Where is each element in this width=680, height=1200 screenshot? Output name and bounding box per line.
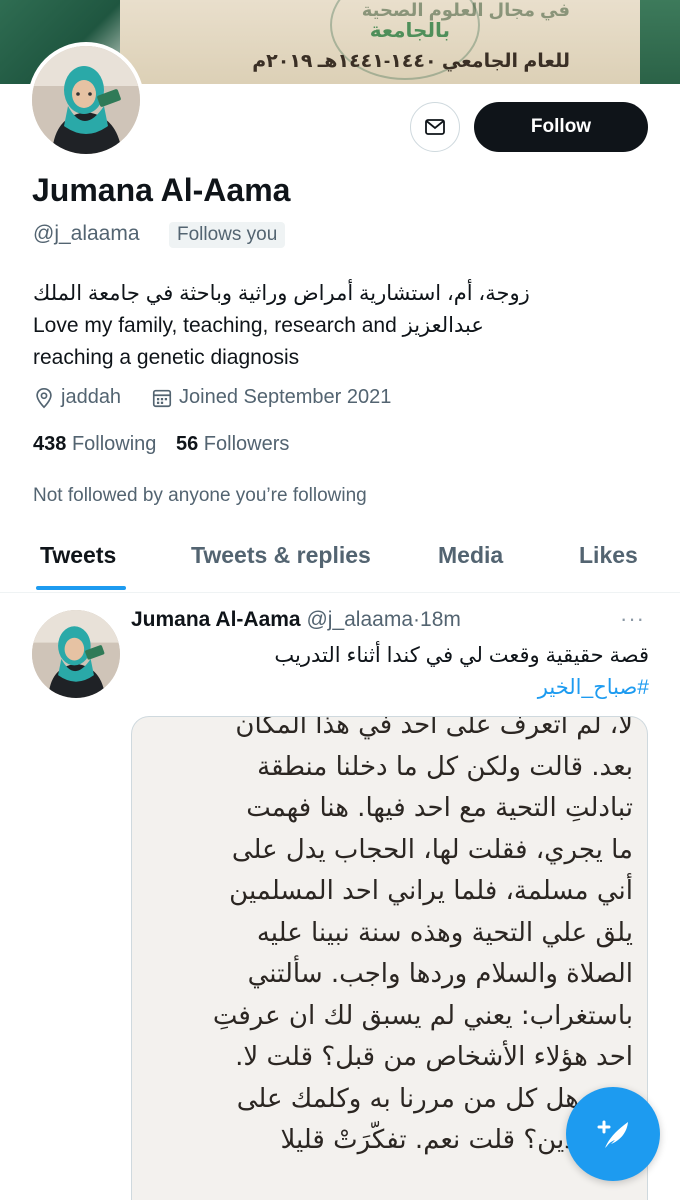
envelope-icon xyxy=(425,119,445,135)
tweet-separator: · xyxy=(413,608,421,631)
tab-media[interactable]: Media xyxy=(438,542,503,569)
tweet-author-name[interactable]: Jumana Al-Aama xyxy=(131,608,301,631)
tweet-more-icon[interactable]: ··· xyxy=(620,606,645,632)
profile-stats: 438 Following 56 Followers xyxy=(33,433,289,456)
tweet-author-handle[interactable]: @j_alaama xyxy=(306,608,413,631)
follow-button[interactable]: Follow xyxy=(474,102,648,152)
tweet-avatar[interactable] xyxy=(32,610,120,698)
banner-text-line2: بالجامعة xyxy=(369,20,450,42)
media-text-line: الصلاة والسلام وردها واجب. سألتني xyxy=(247,959,633,989)
tab-likes[interactable]: Likes xyxy=(579,542,638,569)
media-text-block: لا، لم اتعرف على احد في هذا المكان بعد. ق… xyxy=(133,716,633,1162)
followers-link[interactable]: 56 Followers xyxy=(176,433,289,455)
media-text-line: باستغراب: يعني لم يسبق لك ان عرفتِ xyxy=(212,1000,633,1031)
following-count: 438 xyxy=(33,433,67,455)
media-text-line: تبادلتِ التحية مع احد فيها. هنا فهمت xyxy=(246,793,633,823)
location-pin-icon xyxy=(36,387,52,408)
feather-plus-icon xyxy=(597,1120,628,1148)
joined-text: Joined September 2021 xyxy=(179,386,392,408)
following-link[interactable]: 438 Following xyxy=(33,433,156,455)
profile-bio: زوجة، أم، استشارية أمراض وراثية وباحثة ف… xyxy=(33,278,593,374)
media-text-line: أني مسلمة، فلما يراني احد المسلمين xyxy=(229,876,633,906)
profile-avatar[interactable] xyxy=(28,42,144,158)
banner-right-graphic xyxy=(640,0,680,84)
compose-tweet-button[interactable] xyxy=(566,1087,660,1181)
active-tab-indicator xyxy=(36,586,126,590)
location-text: jaddah xyxy=(61,386,122,408)
tweet-hashtag[interactable]: #صباح_الخير xyxy=(131,672,649,704)
profile-tabs: Tweets Tweets & replies Media Likes xyxy=(0,528,680,592)
tabs-divider xyxy=(0,592,680,593)
avatar-photo-icon xyxy=(32,610,120,698)
media-text-line: لا، لم اتعرف على احد في هذا المكان xyxy=(235,716,633,740)
tweet-header: Jumana Al-Aama @j_alaama·18m xyxy=(131,608,461,632)
media-text-line: بعد. قالت ولكن كل ما دخلنا منطقة xyxy=(257,751,633,782)
profile-handle: @j_alaama xyxy=(33,222,140,245)
tweet-text: قصة حقيقية وقعت لي في كندا أثناء التدريب xyxy=(274,644,649,667)
tweet-time[interactable]: 18m xyxy=(420,608,461,631)
tab-tweets[interactable]: Tweets xyxy=(40,542,116,569)
media-text-line: ما يجري، فقلت لها، الحجاب يدل على xyxy=(231,834,633,865)
avatar-photo-icon xyxy=(32,46,140,154)
follows-you-badge: Follows you xyxy=(169,222,286,248)
bio-line: reaching a genetic diagnosis xyxy=(33,346,300,369)
following-label: Following xyxy=(71,433,157,455)
calendar-icon xyxy=(152,389,172,407)
media-text-line: س الدين؟ قلت نعم. تفكّرَتْ قليلا xyxy=(280,1125,633,1155)
followers-label: Followers xyxy=(203,433,290,455)
media-text-line: احد هؤلاء الأشخاص من قبل؟ قلت لا. xyxy=(235,1042,633,1072)
media-text-line: ت: وهل كل من مررنا به وكلمك على xyxy=(236,1083,633,1114)
not-followed-notice: Not followed by anyone you’re following xyxy=(33,485,367,506)
media-text-line: يلق علي التحية وهذه سنة نبينا عليه xyxy=(256,917,633,948)
banner-text-line3: للعام الجامعي ١٤٤٠-١٤٤١هـ ٢٠١٩م xyxy=(252,51,570,72)
tab-tweets-replies[interactable]: Tweets & replies xyxy=(191,542,371,569)
profile-joined: Joined September 2021 xyxy=(151,386,391,409)
bio-line: زوجة، أم، استشارية أمراض وراثية وباحثة ف… xyxy=(33,282,530,305)
followers-count: 56 xyxy=(175,433,199,455)
profile-name: Jumana Al-Aama xyxy=(32,172,291,208)
message-button[interactable] xyxy=(410,102,460,152)
bio-line: Love my family, teaching, research and ع… xyxy=(33,314,484,337)
profile-location: jaddah xyxy=(33,386,121,409)
